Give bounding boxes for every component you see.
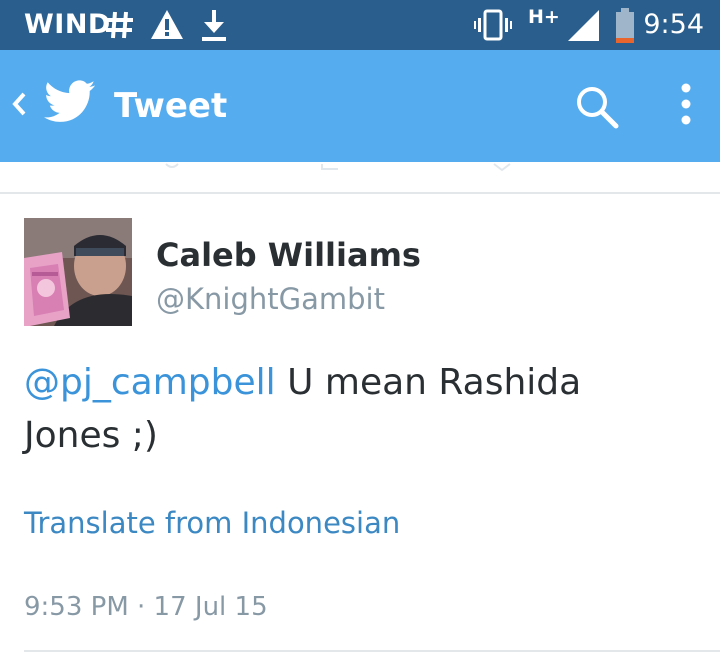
warning-icon [150, 8, 184, 47]
mention-link[interactable]: @pj_campbell [24, 362, 276, 403]
more-vert-icon[interactable] [676, 82, 696, 135]
hidden-action-row [0, 162, 720, 192]
clock: 9:54 [643, 9, 704, 40]
app-bar: Tweet [0, 50, 720, 162]
author-handle[interactable]: @KnightGambit [156, 282, 385, 316]
signal-icon [566, 8, 600, 47]
translate-link[interactable]: Translate from Indonesian [24, 506, 400, 540]
divider [0, 192, 720, 194]
status-bar: WIND H+ 9:54 [0, 0, 720, 50]
network-type-label: H+ [528, 6, 560, 28]
page-title: Tweet [114, 86, 228, 126]
battery-icon [614, 8, 636, 49]
usb-debug-icon [104, 8, 136, 47]
author-name[interactable]: Caleb Williams [156, 236, 421, 274]
divider [24, 650, 720, 652]
carrier-label: WIND [24, 9, 111, 40]
tweet-timestamp: 9:53 PM · 17 Jul 15 [24, 592, 268, 622]
chevron-left-icon[interactable] [10, 90, 28, 123]
search-icon[interactable] [574, 84, 620, 135]
avatar[interactable] [24, 218, 132, 326]
download-icon [200, 8, 228, 47]
twitter-bird-icon[interactable] [44, 80, 96, 129]
tweet-text: @pj_campbell U mean Rashida Jones ;) [24, 356, 684, 462]
vibrate-icon [474, 8, 512, 47]
